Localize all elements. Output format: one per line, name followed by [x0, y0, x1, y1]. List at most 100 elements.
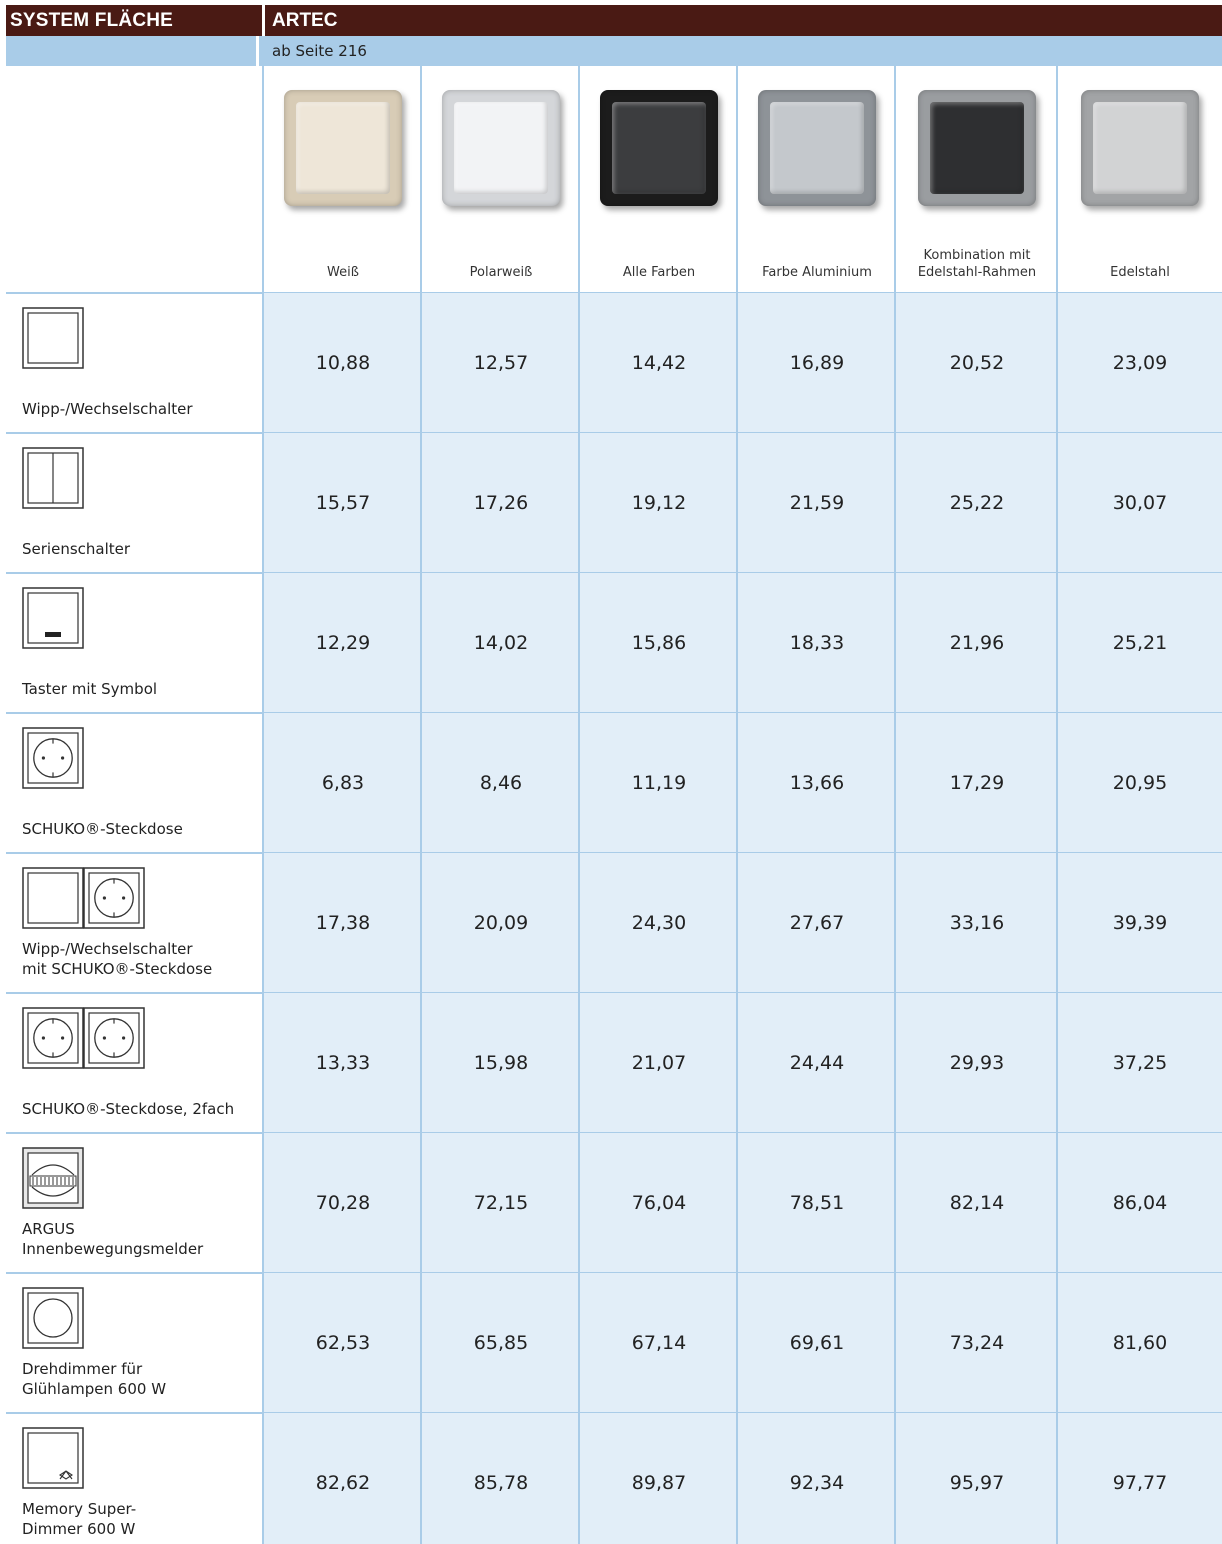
rotary-dimmer-icon: [22, 1287, 84, 1349]
column-divider: [578, 713, 580, 853]
column-divider: [420, 1273, 422, 1413]
table-row: Taster mit Symbol 12,29 14,02 15,86 18,33 21,…: [0, 573, 1222, 713]
column-divider: [894, 573, 896, 713]
column-divider: [262, 293, 264, 433]
product-name: SCHUKO®-Steckdose, 2fach: [22, 1099, 234, 1119]
column-divider: [578, 433, 580, 573]
column-label-text: Edelstahl: [1110, 265, 1170, 280]
swatch-face: [454, 102, 548, 194]
price-cell: 27,67: [789, 912, 845, 934]
table-row: Serienschalter 15,57 17,26 19,12 21,59 25,22 3…: [0, 433, 1222, 573]
price-cell: 20,52: [949, 352, 1005, 374]
price-cell: 70,28: [315, 1192, 371, 1214]
product-cell: Drehdimmer für Glühlampen 600 W: [6, 1273, 262, 1413]
product-cell: Wipp-/Wechselschalter: [6, 293, 262, 433]
column-label-line2: Edelstahl-Rahmen: [917, 265, 1037, 280]
super-dimmer-icon: [22, 1427, 84, 1489]
column-divider: [262, 433, 264, 573]
product-title: ARTEC: [272, 10, 338, 31]
product-name-line1: Serienschalter: [22, 540, 131, 558]
column-divider: [736, 573, 738, 713]
product-name: Wipp-/Wechselschalter mit SCHUKO®-Steckdo…: [22, 939, 212, 979]
product-name: Serienschalter: [22, 539, 130, 559]
price-cell: 21,07: [631, 1052, 687, 1074]
column-divider: [262, 1273, 264, 1413]
price-cell: 29,93: [949, 1052, 1005, 1074]
price-cell: 37,25: [1112, 1052, 1168, 1074]
column-header-4: Farbe Aluminium: [738, 66, 896, 293]
price-cell: 23,09: [1112, 352, 1168, 374]
price-cell: 92,34: [789, 1472, 845, 1494]
column-divider: [1056, 1273, 1058, 1413]
price-cell: 17,26: [473, 492, 529, 514]
table-row: Drehdimmer für Glühlampen 600 W 62,53 65,85…: [0, 1273, 1222, 1413]
swatch-face: [770, 102, 864, 194]
product-cell: Taster mit Symbol: [6, 573, 262, 713]
column-label: Kombination mit Edelstahl-Rahmen: [896, 247, 1058, 281]
price-cell: 67,14: [631, 1332, 687, 1354]
price-cell: 82,14: [949, 1192, 1005, 1214]
column-divider: [1056, 853, 1058, 993]
price-cell: 89,87: [631, 1472, 687, 1494]
product-icon: [22, 587, 86, 653]
product-icon: [22, 727, 86, 793]
table-row: SCHUKO®-Steckdose, 2fach 13,33 15,98 21,07 2…: [0, 993, 1222, 1133]
column-divider: [736, 433, 738, 573]
product-name-line1: SCHUKO®-Steckdose, 2fach: [22, 1100, 235, 1118]
switch-swatch-icon: [442, 90, 560, 206]
double-socket-icon: [22, 1007, 145, 1069]
product-icon: [22, 307, 86, 373]
column-divider: [420, 1413, 422, 1544]
table-row: Memory Super- Dimmer 600 W 82,62 85,78 89,87…: [0, 1413, 1222, 1544]
product-cell: SCHUKO®-Steckdose, 2fach: [6, 993, 262, 1133]
column-label-text: Farbe Aluminium: [762, 265, 872, 280]
price-cell: 85,78: [473, 1472, 529, 1494]
column-divider: [420, 66, 422, 293]
product-cell: SCHUKO®-Steckdose: [6, 713, 262, 853]
column-divider: [736, 1273, 738, 1413]
column-divider: [736, 66, 738, 293]
product-name-line1: Wipp-/Wechselschalter: [22, 940, 193, 958]
price-cell: 72,15: [473, 1192, 529, 1214]
price-cell: 14,42: [631, 352, 687, 374]
column-label-line1: Kombination mit: [923, 248, 1031, 263]
price-cell: 12,57: [473, 352, 529, 374]
price-cell: 20,09: [473, 912, 529, 934]
product-icon: [22, 1147, 86, 1213]
column-header-area: Weiß Polarweiß Alle Farben Farbe Aluminium K…: [0, 66, 1222, 293]
column-divider: [578, 993, 580, 1133]
switch-swatch-icon: [918, 90, 1036, 206]
table-row: SCHUKO®-Steckdose 6,83 8,46 11,19 13,66 17,29…: [0, 713, 1222, 853]
price-cell: 25,21: [1112, 632, 1168, 654]
motion-detector-icon: [22, 1147, 84, 1209]
column-divider: [894, 853, 896, 993]
column-divider: [578, 1413, 580, 1544]
price-cell: 62,53: [315, 1332, 371, 1354]
product-name: SCHUKO®-Steckdose: [22, 819, 183, 839]
sub-bar: ab Seite 216: [6, 36, 1222, 66]
top-bar: SYSTEM FLÄCHE ARTEC: [6, 5, 1222, 36]
price-cell: 12,29: [315, 632, 371, 654]
column-header-5: Kombination mit Edelstahl-Rahmen: [896, 66, 1058, 293]
product-name: ARGUS Innenbewegungsmelder: [22, 1219, 203, 1259]
product-name-line1: Memory Super-: [22, 1500, 137, 1518]
column-divider: [736, 853, 738, 993]
swatch-face: [930, 102, 1024, 194]
price-cell: 24,30: [631, 912, 687, 934]
page-reference: ab Seite 216: [272, 42, 367, 60]
column-divider: [736, 1413, 738, 1544]
product-name-line1: Wipp-/Wechselschalter: [22, 400, 193, 418]
product-cell: Memory Super- Dimmer 600 W: [6, 1413, 262, 1544]
product-name-line2: Glühlampen 600 W: [22, 1380, 167, 1398]
column-divider: [420, 573, 422, 713]
column-header-3: Alle Farben: [580, 66, 738, 293]
column-divider: [262, 66, 264, 293]
column-divider: [262, 1413, 264, 1544]
product-name: Memory Super- Dimmer 600 W: [22, 1499, 136, 1539]
price-cell: 15,86: [631, 632, 687, 654]
column-label: Edelstahl: [1058, 264, 1222, 281]
product-name-line1: SCHUKO®-Steckdose: [22, 820, 183, 838]
column-divider: [578, 573, 580, 713]
column-label: Weiß: [264, 264, 422, 281]
title-separator: [262, 5, 265, 36]
